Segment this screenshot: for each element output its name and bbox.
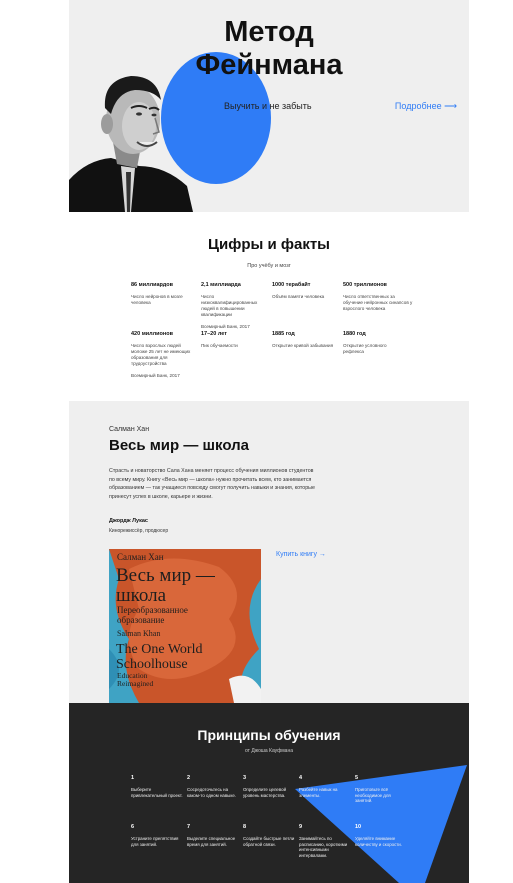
fact-item: 17–20 лет Пик обучаемости: [201, 331, 263, 349]
cover-subtitle-ru-1: Переобразованное: [117, 605, 188, 615]
fact-desc: Число нейронов в мозге человека: [131, 294, 183, 305]
principle-number: 1: [131, 775, 135, 781]
principle-text: Создайте быстрые петли обратной связи.: [243, 836, 295, 847]
principle-number: 9: [299, 824, 303, 830]
fact-desc: Число ответственных за обучение нейронны…: [343, 294, 413, 311]
principle-item: 1 Выберите привлекательный проект.: [131, 775, 183, 798]
principle-text: Устраните препятствия для занятий.: [131, 836, 179, 847]
principle-item: 4 Разбейте навык на элементы.: [299, 775, 351, 798]
fact-desc: Открытие кривой забывания: [272, 343, 334, 348]
facts-lead: Про учёбу и мозг: [247, 263, 291, 269]
fact-source: Всемирный Банк, 2017: [201, 324, 250, 329]
principle-item: 8 Создайте быстрые петли обратной связи.: [243, 824, 295, 847]
book-cover-image: Салман Хан Весь мир — школа Переобразова…: [109, 549, 261, 703]
fact-value: 86 миллиардов: [131, 282, 173, 288]
fact-item: 1000 терабайт Объём памяти человека: [272, 282, 334, 300]
fact-item: 1880 год Открытие условного рефлекса: [343, 331, 405, 355]
facts-section: Цифры и факты Про учёбу и мозг 86 миллиа…: [69, 212, 469, 401]
principle-text: Выберите привлекательный проект.: [131, 787, 183, 798]
book-section: Салман Хан Весь мир — школа Страсть и но…: [69, 401, 469, 703]
principles-title: Принципы обучения: [197, 727, 341, 743]
principle-number: 10: [355, 824, 362, 830]
fact-desc: Число взрослых людей моложе 25 лет не им…: [131, 343, 191, 366]
quote-role: Кинорежиссёр, продюсер: [109, 528, 169, 534]
cover-subtitle-en-2: Reimagined: [117, 679, 153, 688]
principle-text: Приготовьте всё необходимое для занятий.: [355, 787, 391, 804]
principle-text: Определите целевой уровень мастерства.: [243, 787, 287, 798]
feynman-portrait-image: [69, 76, 193, 212]
principle-number: 5: [355, 775, 359, 781]
fact-desc: Открытие условного рефлекса: [343, 343, 387, 354]
principle-number: 6: [131, 824, 135, 830]
book-author: Салман Хан: [109, 426, 150, 433]
cover-author-ru: Салман Хан: [117, 552, 164, 562]
principle-text: Сосредоточьтесь на каком-то одном навыке…: [187, 787, 236, 798]
fact-value: 1000 терабайт: [272, 282, 311, 288]
cover-title-en-1: The One World: [116, 642, 202, 657]
principle-item: 10 Уделяйте внимание количеству и скорос…: [355, 824, 407, 847]
principle-item: 6 Устраните препятствия для занятий.: [131, 824, 183, 847]
fact-desc: Объём памяти человека: [272, 294, 325, 299]
fact-item: 420 миллионов Число взрослых людей молож…: [131, 331, 193, 378]
principle-number: 8: [243, 824, 247, 830]
principle-text: Уделяйте внимание количеству и скорости.: [355, 836, 402, 847]
fact-value: 17–20 лет: [201, 331, 227, 337]
cover-subtitle-ru-2: образование: [117, 615, 164, 625]
principle-number: 2: [187, 775, 191, 781]
fact-value: 420 миллионов: [131, 331, 173, 337]
principle-number: 4: [299, 775, 303, 781]
cover-title-ru-1: Весь мир —: [116, 565, 216, 586]
fact-item: 500 триллионов Число ответственных за об…: [343, 282, 413, 312]
fact-value: 1885 год: [272, 331, 295, 337]
cover-title-en-2: Schoolhouse: [116, 657, 188, 672]
principle-number: 3: [243, 775, 247, 781]
principle-item: 5 Приготовьте всё необходимое для заняти…: [355, 775, 407, 804]
book-title: Весь мир — школа: [109, 437, 249, 454]
fact-item: 1885 год Открытие кривой забывания: [272, 331, 334, 349]
principle-number: 7: [187, 824, 191, 830]
fact-item: 86 миллиардов Число нейронов в мозге чел…: [131, 282, 193, 306]
principle-text: Занимайтесь по расписанию, короткими инт…: [299, 836, 348, 858]
page-title: Метод Фейнмана: [179, 16, 359, 82]
title-line-1: Метод: [224, 16, 314, 48]
cover-title-ru-2: школа: [116, 585, 167, 606]
title-line-2: Фейнмана: [195, 49, 343, 81]
fact-desc: Число низкоквалифицированных людей в пов…: [201, 294, 258, 317]
fact-value: 2,1 миллиарда: [201, 282, 241, 288]
fact-source: Всемирный Банк, 2017: [131, 373, 180, 378]
fact-value: 500 триллионов: [343, 282, 387, 288]
principles-section: Принципы обучения от Джоша Кауфмана 1 Вы…: [69, 703, 469, 883]
principle-text: Разбейте навык на элементы.: [299, 787, 338, 798]
book-description: Страсть и новаторство Сала Хана меняет п…: [109, 468, 315, 500]
fact-desc: Пик обучаемости: [201, 343, 238, 348]
principle-text: Выделите специальное время для занятий.: [187, 836, 236, 847]
cover-author-en: Salman Khan: [117, 629, 160, 638]
facts-title: Цифры и факты: [208, 236, 330, 253]
principle-item: 9 Занимайтесь по расписанию, короткими и…: [299, 824, 351, 858]
principle-item: 7 Выделите специальное время для занятий…: [187, 824, 239, 847]
fact-item: 2,1 миллиарда Число низкоквалифицированн…: [201, 282, 263, 329]
hero-subtitle: Выучить и не забыть: [224, 101, 312, 111]
principles-by: от Джоша Кауфмана: [245, 748, 293, 754]
buy-book-link[interactable]: Купить книгу →: [276, 551, 326, 558]
principle-item: 2 Сосредоточьтесь на каком-то одном навы…: [187, 775, 239, 798]
hero-section: Метод Фейнмана Выучить и не забыть Подро…: [69, 0, 469, 212]
principle-item: 3 Определите целевой уровень мастерства.: [243, 775, 295, 798]
quote-author: Джордж Лукас: [109, 518, 148, 524]
fact-value: 1880 год: [343, 331, 366, 337]
more-link[interactable]: Подробнее ⟶: [395, 101, 457, 112]
